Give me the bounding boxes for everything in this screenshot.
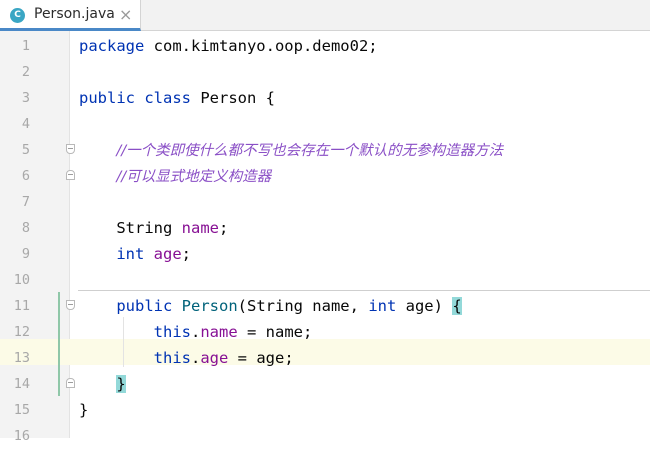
editor-tab-bar: C Person.java × [0, 0, 650, 31]
code-token: //可以显式地定义构造器 [116, 169, 272, 185]
code-token: //一个类即使什么都不写也会存在一个默认的无参构造器方法 [116, 143, 504, 159]
code-token: Person [181, 297, 238, 315]
code-token: } [116, 375, 126, 393]
code-token: age [200, 349, 229, 367]
line-code: } [79, 371, 126, 397]
code-token: age [153, 245, 182, 263]
java-class-icon: C [10, 8, 25, 23]
code-token: package [79, 37, 154, 55]
code-token: . [190, 323, 201, 341]
line-number: 9 [21, 246, 30, 262]
fold-toggle-icon[interactable] [66, 300, 75, 310]
code-token: com.kimtanyo.oop.demo02; [153, 37, 378, 55]
line-number: 16 [13, 428, 30, 444]
code-line[interactable]: 3 public class Person { [0, 85, 650, 111]
line-code: public Person(String name, int age) { [79, 293, 462, 319]
line-number: 10 [13, 272, 30, 288]
code-token: public [116, 297, 182, 315]
code-token: int [116, 245, 154, 263]
code-token: public [79, 89, 145, 107]
line-number: 12 [13, 324, 30, 340]
code-line[interactable]: 5 //一个类即使什么都不写也会存在一个默认的无参构造器方法 [0, 137, 650, 163]
code-token: { [452, 297, 462, 315]
code-token: class [144, 89, 201, 107]
code-line[interactable]: 16 [0, 423, 650, 449]
line-number: 11 [13, 298, 30, 314]
code-token: = name; [237, 323, 313, 341]
code-token: age) [405, 297, 453, 315]
line-number: 7 [21, 194, 30, 210]
line-number: 8 [21, 220, 30, 236]
code-line[interactable]: 7 [0, 189, 650, 215]
line-number: 13 [13, 350, 30, 366]
code-token: this [153, 349, 191, 367]
line-number: 6 [21, 168, 30, 184]
line-code: this.name = name; [79, 319, 313, 345]
tab-filename: Person.java [34, 6, 115, 22]
line-number: 3 [21, 90, 30, 106]
line-code: int age; [79, 241, 191, 267]
line-number: 14 [13, 376, 30, 392]
code-token: name [181, 219, 219, 237]
line-number: 5 [21, 142, 30, 158]
code-line[interactable]: 14 } [0, 371, 650, 397]
code-token: ; [218, 219, 229, 237]
line-number: 1 [21, 38, 30, 54]
line-code: String name; [79, 215, 228, 241]
line-code: //可以显式地定义构造器 [79, 163, 271, 190]
code-token: Person { [200, 89, 275, 107]
tab-person-java[interactable]: C Person.java × [0, 0, 141, 31]
code-token: ; [181, 245, 191, 263]
line-code: //一个类即使什么都不写也会存在一个默认的无参构造器方法 [79, 137, 503, 164]
code-token: name [200, 323, 238, 341]
code-line[interactable]: 2 [0, 59, 650, 85]
line-code: this.age = age; [79, 345, 294, 371]
code-token: String [79, 219, 182, 237]
code-line[interactable]: 8 String name; [0, 215, 650, 241]
code-line[interactable]: 4 [0, 111, 650, 137]
line-code: package com.kimtanyo.oop.demo02; [79, 33, 378, 59]
fold-toggle-icon[interactable] [66, 378, 75, 388]
code-token: int [368, 297, 406, 315]
code-line[interactable]: 10 [0, 267, 650, 293]
line-number: 15 [13, 402, 30, 418]
code-line[interactable]: 6 //可以显式地定义构造器 [0, 163, 650, 189]
code-line[interactable]: 13 this.age = age; [0, 345, 650, 371]
close-tab-icon[interactable]: × [119, 5, 132, 24]
code-token: = age; [228, 349, 294, 367]
code-token: (String name, [237, 297, 369, 315]
fold-toggle-icon[interactable] [66, 144, 75, 154]
line-code: } [79, 397, 88, 423]
code-line[interactable]: 1 package com.kimtanyo.oop.demo02; [0, 33, 650, 59]
code-line[interactable]: 9 int age; [0, 241, 650, 267]
code-token: } [79, 401, 89, 419]
code-token: this [153, 323, 191, 341]
line-number: 2 [21, 64, 30, 80]
code-line[interactable]: 12 this.name = name; [0, 319, 650, 345]
line-code: public class Person { [79, 85, 275, 111]
code-line[interactable]: 11 public Person(String name, int age) { [0, 293, 650, 319]
code-line[interactable]: 15} [0, 397, 650, 423]
code-token: . [190, 349, 201, 367]
fold-toggle-icon[interactable] [66, 170, 75, 180]
line-number: 4 [21, 116, 30, 132]
